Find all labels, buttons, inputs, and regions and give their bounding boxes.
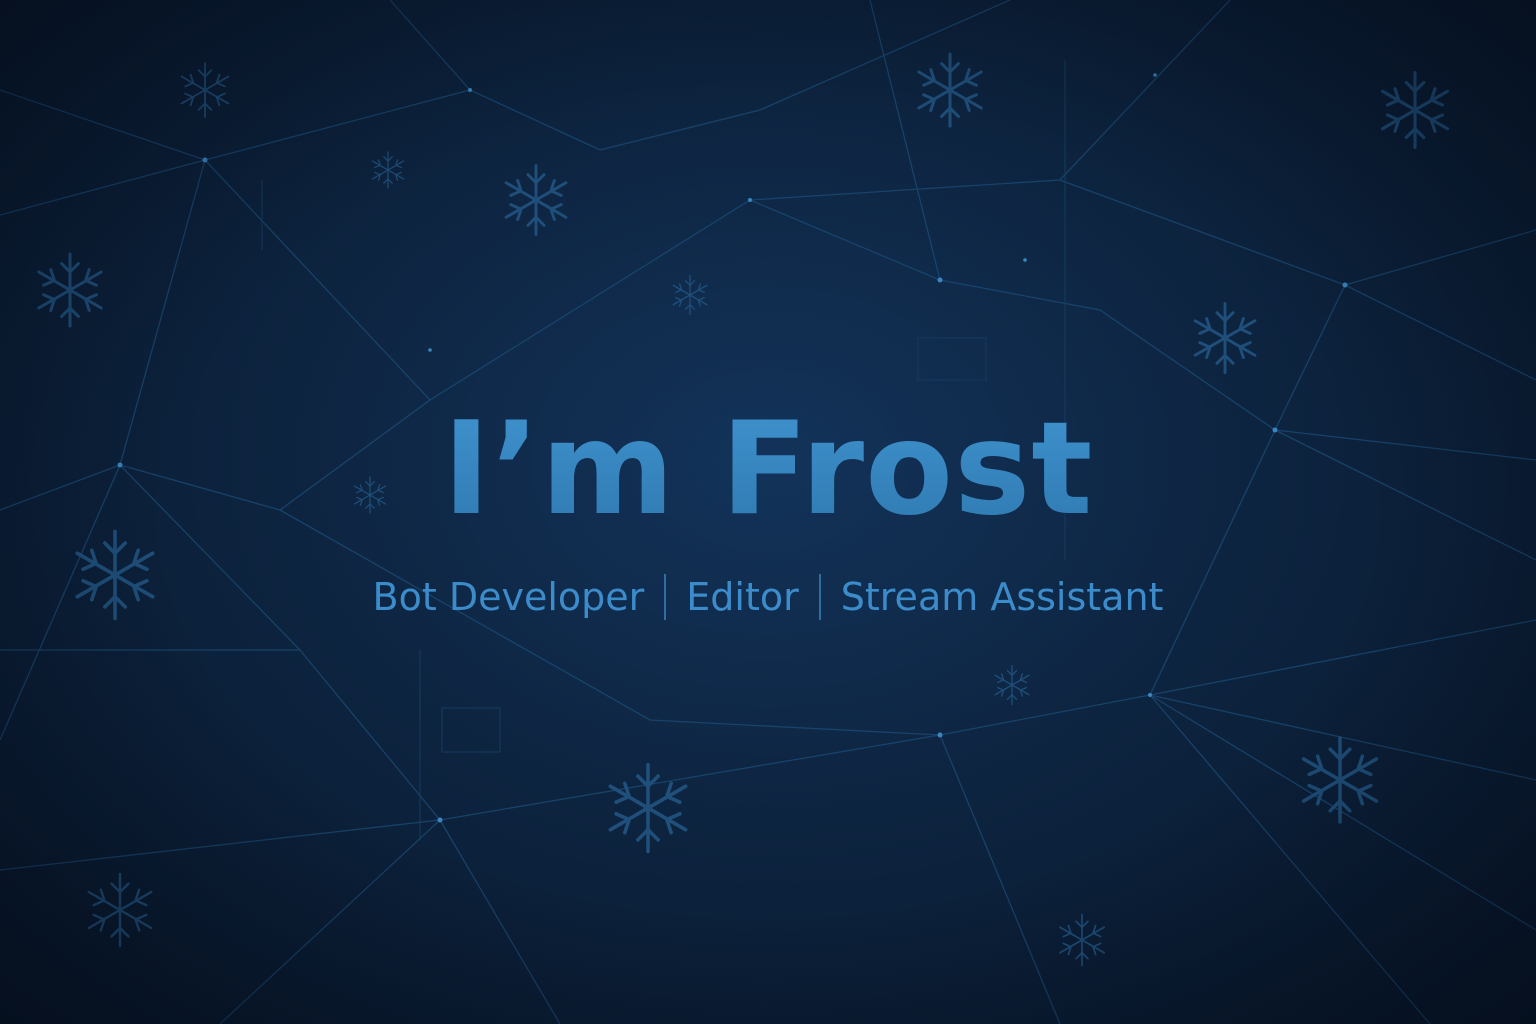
snowflake-icon bbox=[504, 164, 568, 236]
snowflake-icon bbox=[1193, 302, 1257, 374]
snowflake-icon bbox=[180, 62, 230, 118]
role-separator bbox=[664, 573, 667, 620]
snowflake-icon bbox=[37, 252, 103, 328]
hero-title: I’m Frost bbox=[0, 395, 1536, 545]
snowflake-icon bbox=[1059, 913, 1105, 967]
hero-banner: I’m Frost Bot Developer Editor Stream Assi… bbox=[0, 0, 1536, 1024]
snowflake-icon bbox=[672, 274, 708, 316]
role-stream-assistant: Stream Assistant bbox=[840, 575, 1164, 619]
snowflake-icon bbox=[87, 872, 153, 948]
snowflake-icon bbox=[371, 151, 405, 189]
role-bot-developer: Bot Developer bbox=[372, 575, 645, 619]
snowflake-icon bbox=[994, 664, 1030, 706]
snowflake-icon bbox=[1301, 736, 1379, 824]
role-editor: Editor bbox=[686, 575, 799, 619]
role-separator bbox=[818, 573, 821, 620]
snowflake-icon bbox=[1380, 70, 1450, 150]
snowflake-icon bbox=[917, 52, 983, 128]
hero-roles: Bot Developer Editor Stream Assistant bbox=[0, 572, 1536, 623]
snowflake-icon bbox=[608, 762, 688, 854]
